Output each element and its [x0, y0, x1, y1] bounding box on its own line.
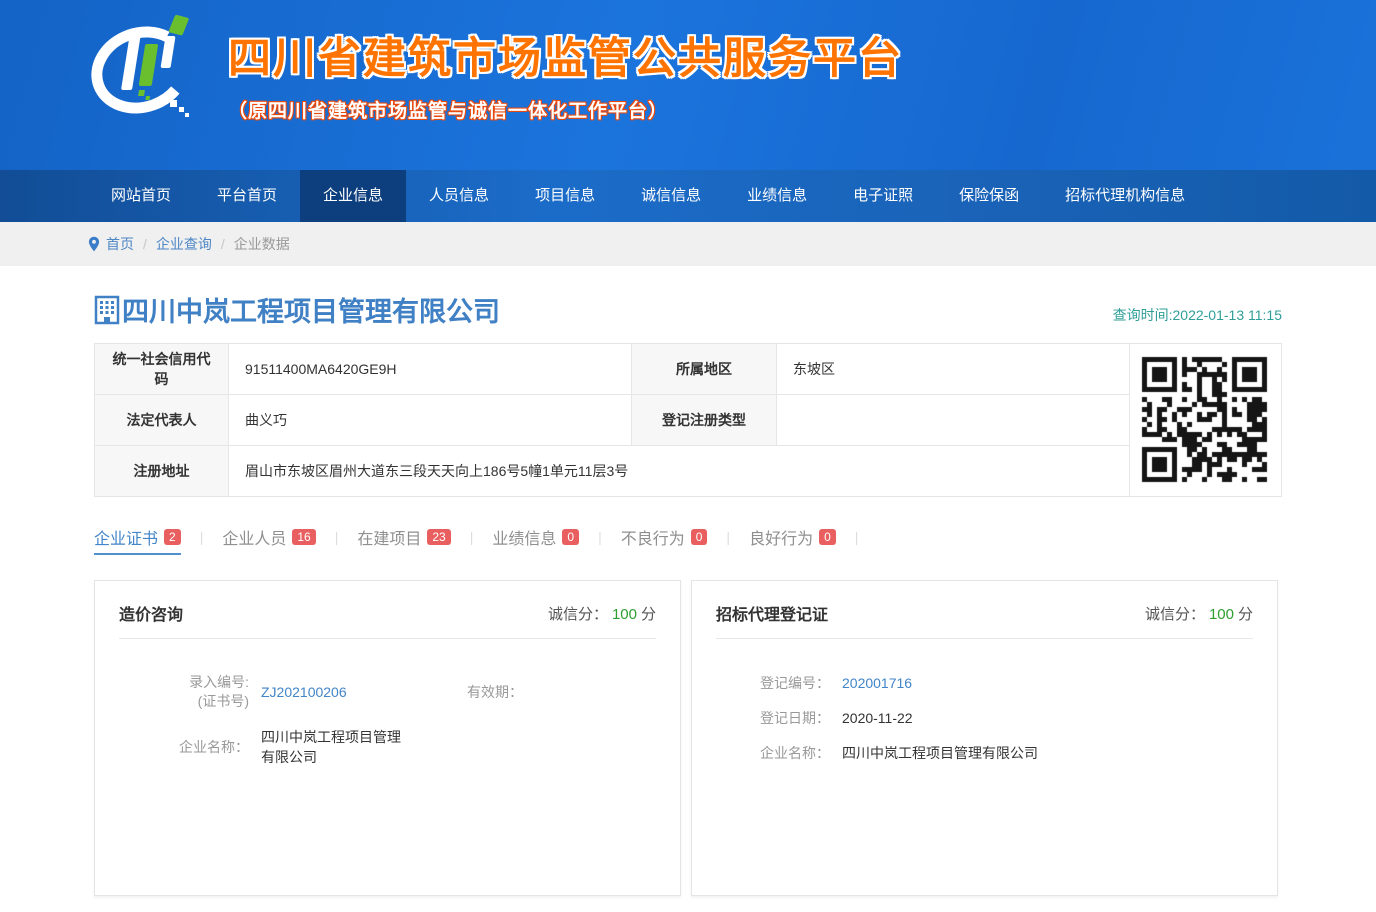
credit-score: 诚信分：100分: [548, 603, 656, 624]
breadcrumb: 首页 / 企业查询 / 企业数据: [88, 222, 1288, 266]
tab-separator: |: [726, 529, 730, 545]
count-badge: 0: [819, 529, 836, 545]
tab-separator: |: [598, 529, 602, 545]
nav-item-performance-info[interactable]: 业绩信息: [724, 170, 830, 222]
info-value: [777, 395, 1130, 446]
site-banner: 四川省建筑市场监管公共服务平台 （原四川省建筑市场监管与诚信一体化工作平台）: [0, 0, 1376, 170]
tab-bad-behavior[interactable]: 不良行为 0: [621, 521, 708, 553]
info-label: 法定代表人: [95, 395, 229, 446]
field-label: 录入编号: (证书号): [119, 673, 249, 711]
certificate-card-bidding-agency-registration: 招标代理登记证 诚信分：100分 登记编号： 202001716 登记日期： 2…: [691, 580, 1278, 896]
count-badge: 2: [164, 529, 181, 545]
tab-enterprise-personnel[interactable]: 企业人员 16: [222, 521, 315, 553]
tab-performance-info[interactable]: 业绩信息 0: [492, 521, 579, 553]
breadcrumb-separator: /: [221, 236, 225, 252]
qr-code-cell: [1130, 343, 1282, 497]
breadcrumb-current: 企业数据: [234, 234, 290, 254]
registration-number-link[interactable]: 202001716: [842, 675, 912, 691]
credit-score: 诚信分：100分: [1145, 603, 1253, 624]
tab-projects-under-construction[interactable]: 在建项目 23: [357, 521, 450, 553]
main-content: 四川中岚工程项目管理有限公司 查询时间:2022-01-13 11:15 统一社…: [88, 266, 1288, 912]
breadcrumb-home[interactable]: 首页: [106, 234, 134, 254]
info-label: 所属地区: [632, 344, 777, 395]
field-value: 四川中岚工程项目管理有限公司: [261, 727, 411, 767]
info-value: 91511400MA6420GE9H: [229, 344, 632, 395]
validity-label: 有效期：: [467, 682, 523, 702]
count-badge: 0: [562, 529, 579, 545]
breadcrumb-separator: /: [143, 236, 147, 252]
company-info-table: 统一社会信用代码 91511400MA6420GE9H 所属地区 东坡区 法定代…: [94, 343, 1130, 497]
building-icon: [94, 295, 120, 325]
tab-enterprise-certificates[interactable]: 企业证书 2: [94, 521, 181, 553]
field-label: 登记日期：: [750, 708, 830, 728]
company-info-table-wrap: 统一社会信用代码 91511400MA6420GE9H 所属地区 东坡区 法定代…: [88, 343, 1288, 497]
nav-item-project-info[interactable]: 项目信息: [512, 170, 618, 222]
tab-separator: |: [335, 529, 339, 545]
certificate-card-cost-consulting: 造价咨询 诚信分：100分 录入编号: (证书号) ZJ202100206 有效…: [94, 580, 681, 896]
company-name: 四川中岚工程项目管理有限公司: [122, 290, 500, 329]
card-title: 造价咨询: [119, 601, 183, 625]
field-value: 2020-11-22: [842, 710, 913, 726]
info-value: 东坡区: [777, 344, 1130, 395]
field-label: 企业名称：: [119, 737, 249, 757]
nav-item-e-certificate[interactable]: 电子证照: [830, 170, 936, 222]
nav-item-site-home[interactable]: 网站首页: [88, 170, 194, 222]
breadcrumb-enterprise-query[interactable]: 企业查询: [156, 234, 212, 254]
table-row: 统一社会信用代码 91511400MA6420GE9H 所属地区 东坡区: [95, 344, 1130, 395]
tab-separator: |: [855, 529, 859, 545]
score-value: 100: [612, 606, 637, 623]
field-label: 登记编号：: [750, 673, 830, 693]
tab-separator: |: [200, 529, 204, 545]
certificate-cards: 造价咨询 诚信分：100分 录入编号: (证书号) ZJ202100206 有效…: [88, 580, 1288, 896]
site-subtitle: （原四川省建筑市场监管与诚信一体化工作平台）: [228, 96, 903, 123]
qr-code: [1138, 353, 1272, 487]
main-nav: 网站首页 平台首页 企业信息 人员信息 项目信息 诚信信息 业绩信息 电子证照 …: [0, 170, 1376, 222]
nav-item-insurance[interactable]: 保险保函: [936, 170, 1042, 222]
count-badge: 0: [691, 529, 708, 545]
nav-item-bidding-agency[interactable]: 招标代理机构信息: [1042, 170, 1208, 222]
certificate-number-link[interactable]: ZJ202100206: [261, 684, 411, 700]
tab-good-behavior[interactable]: 良好行为 0: [749, 521, 836, 553]
nav-item-platform-home[interactable]: 平台首页: [194, 170, 300, 222]
score-value: 100: [1209, 606, 1234, 623]
tab-separator: |: [470, 529, 474, 545]
info-label: 登记注册类型: [632, 395, 777, 446]
location-pin-icon: [88, 236, 100, 252]
nav-item-credit-info[interactable]: 诚信信息: [618, 170, 724, 222]
field-value: 四川中岚工程项目管理有限公司: [842, 743, 1038, 763]
table-row: 法定代表人 曲义巧 登记注册类型: [95, 395, 1130, 446]
platform-logo-icon: [86, 8, 196, 126]
card-title: 招标代理登记证: [716, 601, 828, 625]
site-title: 四川省建筑市场监管公共服务平台: [228, 24, 903, 86]
info-label: 注册地址: [95, 446, 229, 497]
info-value: 眉山市东坡区眉州大道东三段天天向上186号5幢1单元11层3号: [229, 446, 1130, 497]
company-title: 四川中岚工程项目管理有限公司: [94, 290, 500, 329]
table-row: 注册地址 眉山市东坡区眉州大道东三段天天向上186号5幢1单元11层3号: [95, 446, 1130, 497]
count-badge: 23: [427, 529, 450, 545]
field-label: 企业名称：: [750, 743, 830, 763]
count-badge: 16: [292, 529, 315, 545]
nav-item-enterprise-info[interactable]: 企业信息: [300, 170, 406, 222]
breadcrumb-bar: 首页 / 企业查询 / 企业数据: [0, 222, 1376, 266]
query-time: 查询时间:2022-01-13 11:15: [1113, 305, 1282, 329]
nav-item-personnel-info[interactable]: 人员信息: [406, 170, 512, 222]
detail-tabs: 企业证书 2 | 企业人员 16 | 在建项目 23 | 业绩信息 0 | 不良…: [88, 521, 1288, 553]
info-value: 曲义巧: [229, 395, 632, 446]
info-label: 统一社会信用代码: [95, 344, 229, 395]
